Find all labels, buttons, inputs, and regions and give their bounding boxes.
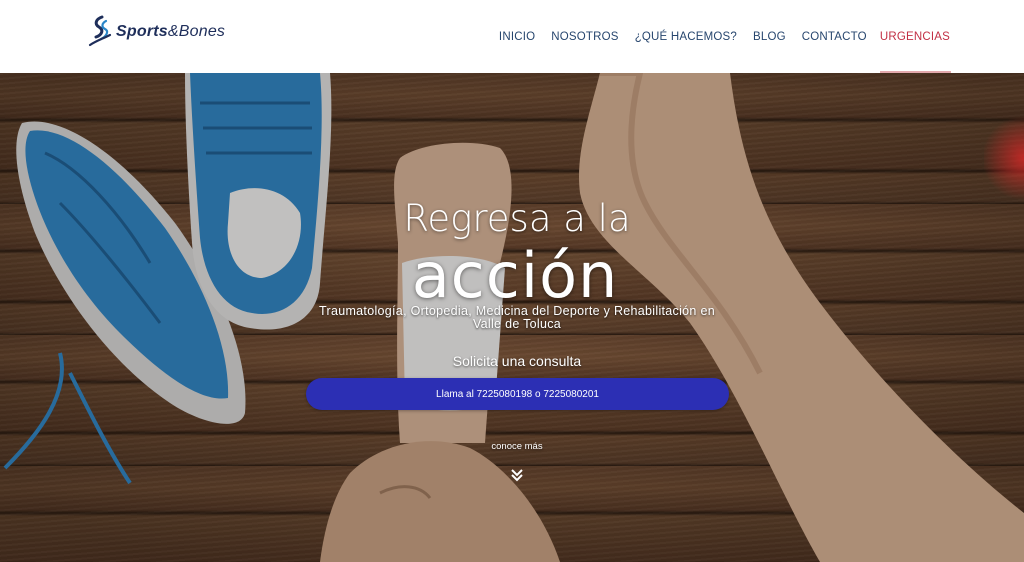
page: Sports&Bones INICIO NOSOTROS ¿QUÉ HACEMO… <box>0 0 1024 562</box>
logo-brand: Sports <box>116 23 168 40</box>
nav-inicio[interactable]: INICIO <box>499 31 535 43</box>
hero-title-line-1: Regresa a la <box>403 197 631 240</box>
hero-title-line-2: acción <box>411 239 619 312</box>
learn-more-link[interactable]: conoce más <box>0 441 1024 452</box>
runner-logo-icon <box>88 15 112 47</box>
site-header: Sports&Bones INICIO NOSOTROS ¿QUÉ HACEMO… <box>0 0 1024 73</box>
double-chevron-down-icon[interactable] <box>509 467 525 483</box>
call-button[interactable]: Llama al 7225080198 o 7225080201 <box>306 378 729 410</box>
nav-que-hacemos[interactable]: ¿QUÉ HACEMOS? <box>635 31 737 43</box>
active-nav-underline <box>880 71 951 73</box>
nav-blog[interactable]: BLOG <box>753 31 786 43</box>
hero-section: Regresa a la acción Traumatología, Ortop… <box>0 73 1024 562</box>
nav-contacto[interactable]: CONTACTO <box>802 31 867 43</box>
consult-label: Solicita una consulta <box>452 353 582 369</box>
main-nav: INICIO NOSOTROS ¿QUÉ HACEMOS? BLOG CONTA… <box>483 0 950 73</box>
nav-nosotros[interactable]: NOSOTROS <box>551 31 618 43</box>
logo-second: Bones <box>178 23 226 40</box>
nav-urgencias[interactable]: URGENCIAS <box>880 31 950 43</box>
hero-subtitle: Traumatología, Ortopedia, Medicina del D… <box>319 304 715 331</box>
logo[interactable]: Sports&Bones <box>88 15 225 49</box>
logo-text: Sports&Bones <box>116 23 225 41</box>
logo-amp: & <box>167 23 179 40</box>
